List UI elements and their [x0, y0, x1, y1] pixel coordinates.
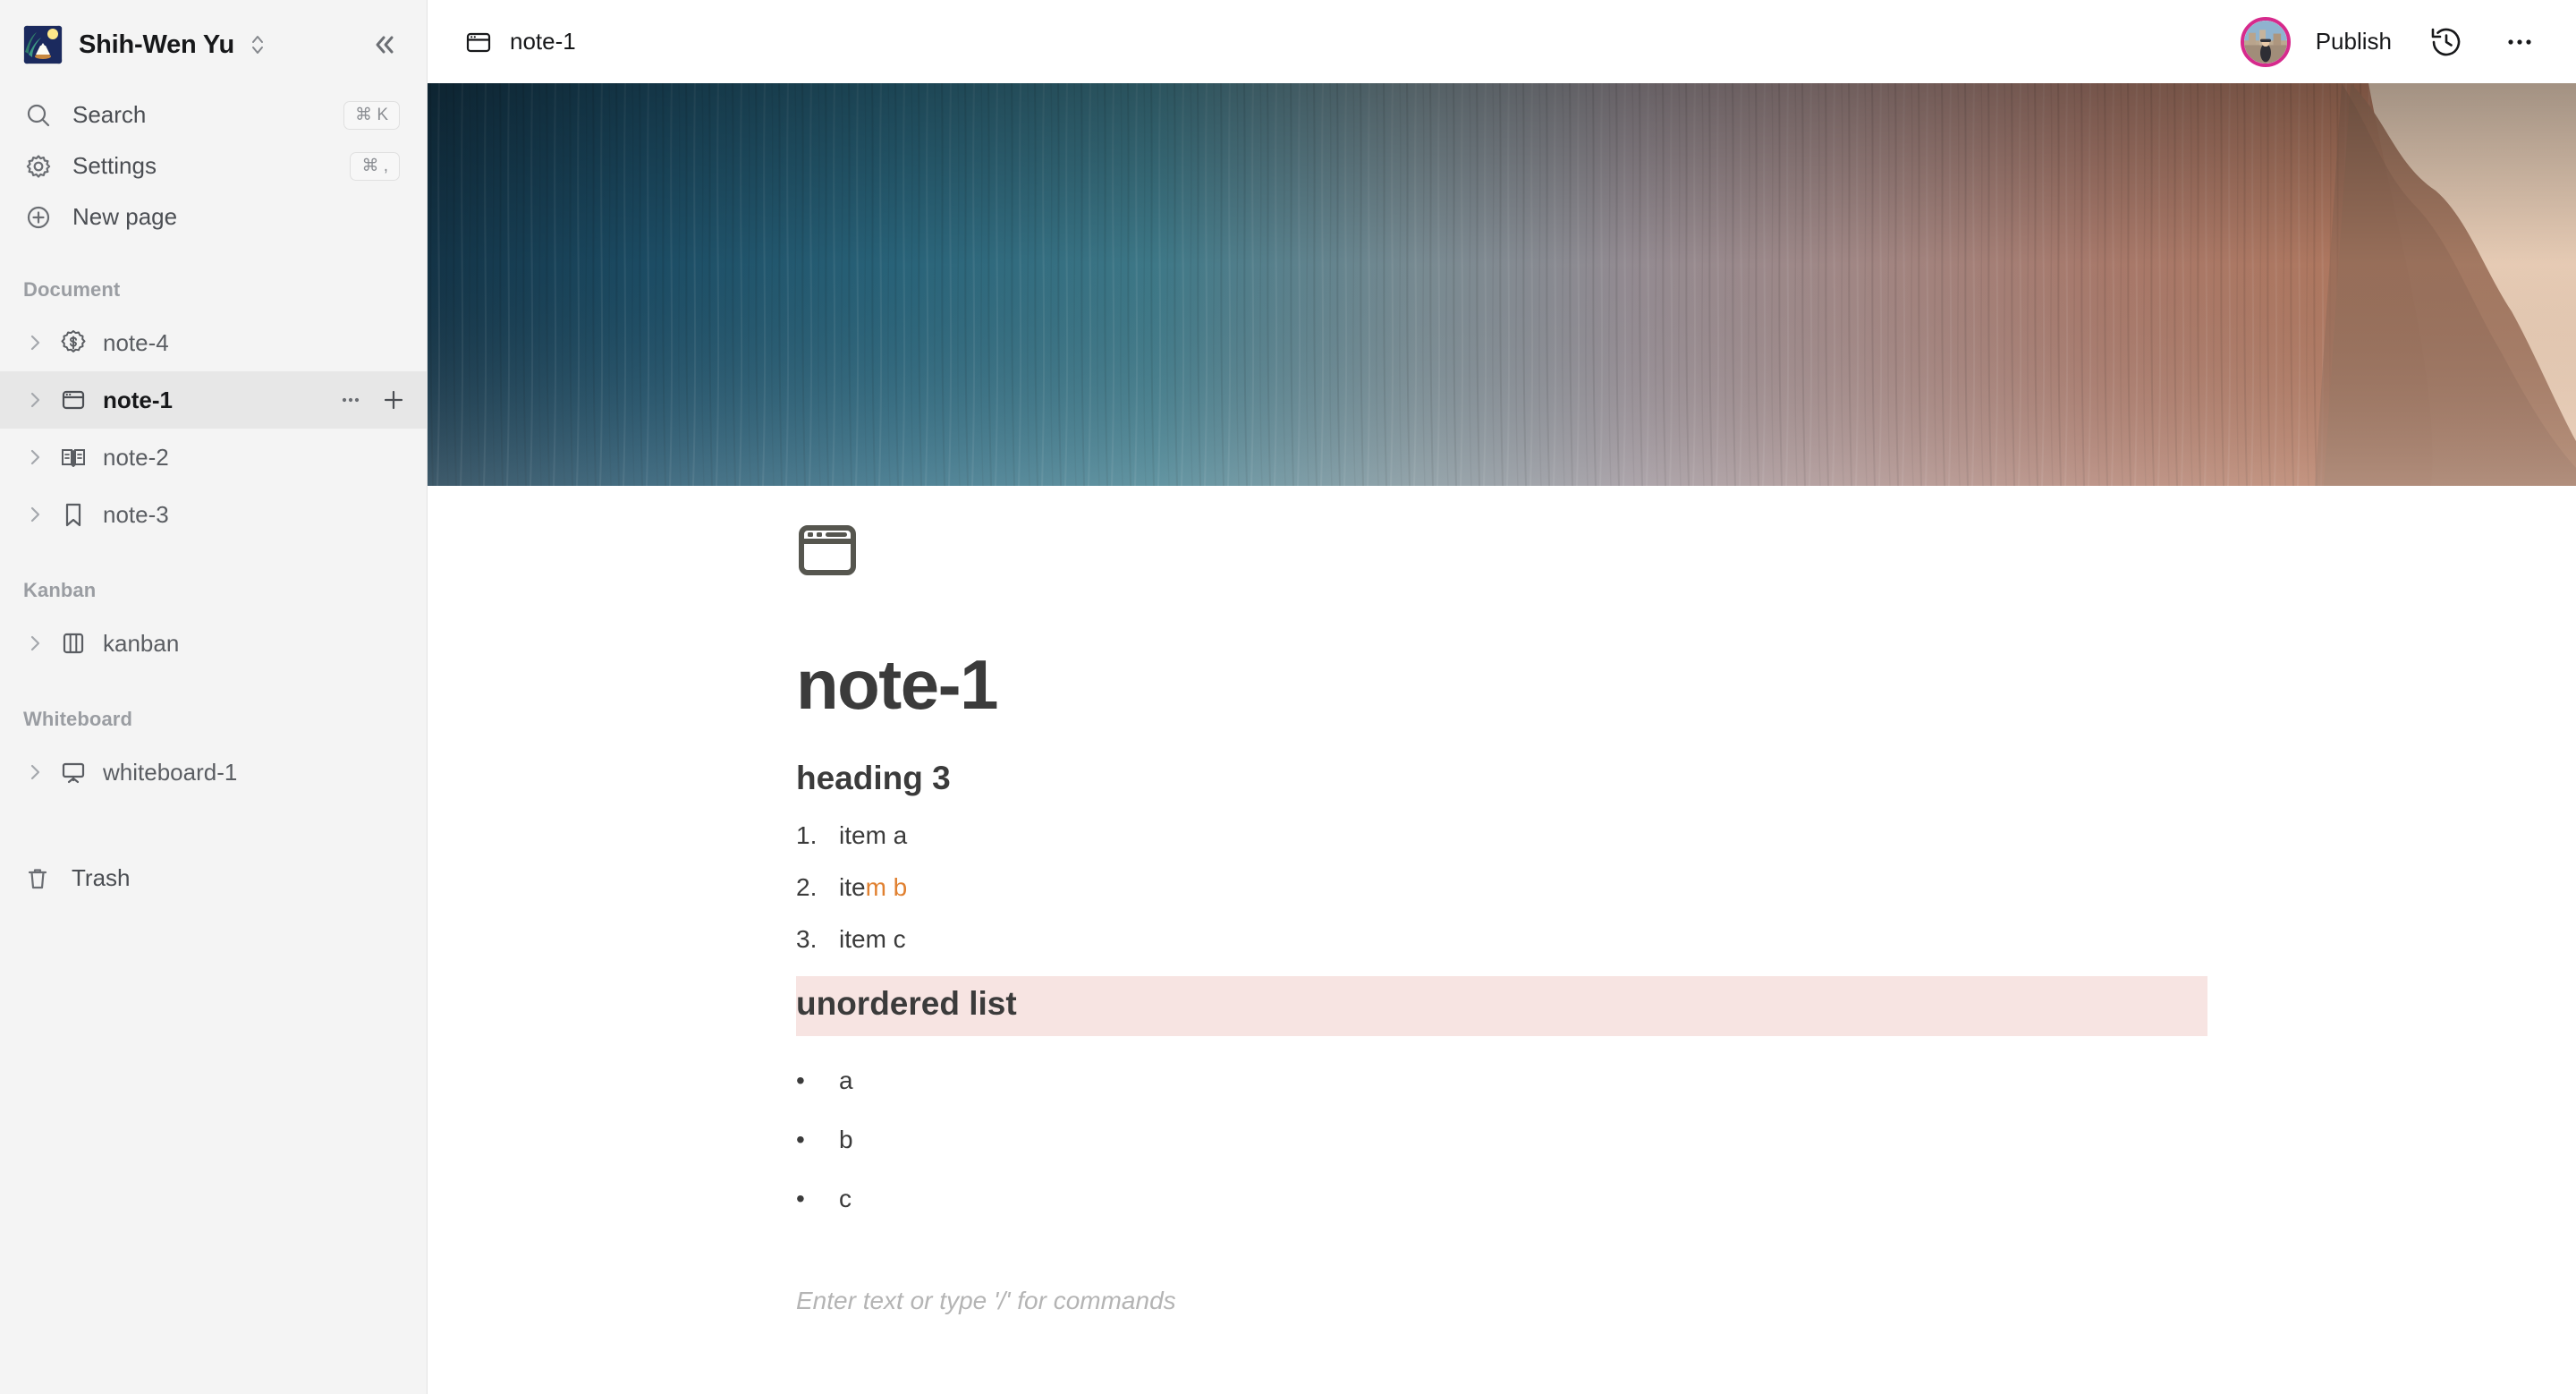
- sidebar-item-label: kanban: [103, 629, 180, 657]
- list-text: c: [839, 1184, 852, 1212]
- workspace-switcher[interactable]: Shih-Wen Yu: [0, 0, 427, 89]
- sidebar-item-kanban[interactable]: kanban: [0, 615, 427, 672]
- list-text-accent: m b: [865, 873, 908, 902]
- browser-window-icon: [466, 32, 491, 52]
- browser-window-icon: [62, 390, 85, 410]
- list-text: a: [839, 1066, 853, 1094]
- sidebar-item-label: whiteboard-1: [103, 758, 238, 786]
- breadcrumb[interactable]: note-1: [463, 27, 576, 57]
- bullet-marker: •: [796, 1184, 805, 1212]
- sidebar-item-label: Settings: [72, 152, 157, 179]
- chevron-right-icon[interactable]: [23, 761, 47, 784]
- page-icon-browser-window-icon[interactable]: [796, 519, 860, 583]
- search-icon: [27, 104, 50, 126]
- dollar-badge-icon: [61, 330, 86, 353]
- gear-icon: [26, 154, 51, 178]
- sidebar-item-label: note-3: [103, 500, 169, 528]
- cover-image[interactable]: [428, 83, 2576, 486]
- list-text-plain: ite: [839, 873, 866, 902]
- section-title-document: Document: [23, 278, 121, 301]
- sidebar-item-settings[interactable]: Settings ⌘ ,: [0, 140, 427, 191]
- double-chevron-left-icon[interactable]: [369, 30, 400, 60]
- sidebar-item-label: Search: [72, 101, 147, 128]
- highlighted-heading-block[interactable]: unordered list: [796, 976, 2207, 1036]
- document-body: note-1 heading 3 1. item a 2. item b 3. …: [428, 519, 2576, 1315]
- list-marker: 2.: [796, 873, 818, 902]
- main-area: note-1 Publish note-1 heading 3 1. item …: [428, 0, 2576, 1394]
- sidebar-item-note-4[interactable]: note-4: [0, 314, 427, 371]
- topbar: note-1 Publish: [428, 0, 2576, 83]
- list-text: item b: [839, 873, 907, 902]
- row-actions: [337, 387, 407, 413]
- open-book-icon: [62, 449, 85, 467]
- settings-shortcut: ⌘ ,: [350, 151, 400, 181]
- chevron-right-icon[interactable]: [23, 331, 47, 354]
- chevron-right-icon[interactable]: [23, 632, 47, 655]
- editor-placeholder[interactable]: Enter text or type '/' for commands: [796, 1287, 2576, 1315]
- sidebar-item-label: New page: [72, 203, 178, 230]
- ordered-list-item[interactable]: 3. item c: [796, 925, 2576, 954]
- chevron-right-icon[interactable]: [23, 503, 47, 526]
- presentation-screen-icon: [62, 762, 85, 784]
- highlighted-heading-text: unordered list: [796, 985, 1017, 1023]
- sidebar-item-note-1[interactable]: note-1: [0, 371, 427, 429]
- plus-circle-icon: [27, 206, 50, 228]
- list-marker: 3.: [796, 925, 818, 954]
- sidebar-item-trash[interactable]: Trash: [0, 853, 427, 904]
- search-shortcut: ⌘ K: [343, 100, 400, 130]
- section-title-kanban: Kanban: [23, 579, 97, 601]
- sidebar-item-label: note-1: [103, 386, 173, 413]
- breadcrumb-label: note-1: [510, 28, 576, 55]
- bullet-list-item[interactable]: • b: [796, 1126, 2576, 1154]
- columns-icon: [63, 633, 84, 654]
- more-horizontal-icon[interactable]: [2501, 23, 2538, 61]
- chevron-right-icon[interactable]: [23, 388, 47, 412]
- sidebar-item-new-page[interactable]: New page: [0, 191, 427, 242]
- bullet-marker: •: [796, 1066, 805, 1094]
- section-title-whiteboard: Whiteboard: [23, 708, 132, 730]
- ordered-list-item[interactable]: 1. item a: [796, 821, 2576, 850]
- app-root: Shih-Wen Yu Search ⌘ K Settings ⌘ , New …: [0, 0, 2576, 1394]
- sidebar: Shih-Wen Yu Search ⌘ K Settings ⌘ , New …: [0, 0, 428, 1394]
- bullet-marker: •: [796, 1125, 805, 1153]
- moon-viewing-ceremony-emoji: [23, 25, 63, 64]
- page-title[interactable]: note-1: [796, 650, 2576, 719]
- history-clock-icon[interactable]: [2428, 23, 2465, 61]
- trash-label: Trash: [72, 864, 131, 891]
- sidebar-item-note-3[interactable]: note-3: [0, 486, 427, 543]
- cover-image-graphic: [428, 83, 2576, 486]
- list-text: item c: [839, 925, 906, 954]
- sidebar-item-label: note-4: [103, 328, 169, 356]
- more-icon[interactable]: [337, 387, 364, 413]
- sidebar-item-search[interactable]: Search ⌘ K: [0, 89, 427, 140]
- plus-icon[interactable]: [380, 387, 407, 413]
- heading-3[interactable]: heading 3: [796, 759, 2576, 798]
- bullet-list-item[interactable]: • c: [796, 1185, 2576, 1213]
- trash-icon: [28, 868, 47, 888]
- chevron-right-icon[interactable]: [23, 446, 47, 469]
- topbar-actions: Publish: [2240, 16, 2538, 67]
- workspace-name: Shih-Wen Yu: [79, 30, 234, 59]
- sidebar-item-note-2[interactable]: note-2: [0, 429, 427, 486]
- ordered-list-item[interactable]: 2. item b: [796, 873, 2576, 902]
- chevron-up-down-icon[interactable]: [249, 32, 267, 57]
- sidebar-item-whiteboard-1[interactable]: whiteboard-1: [0, 744, 427, 801]
- sidebar-item-label: note-2: [103, 443, 169, 471]
- publish-button[interactable]: Publish: [2316, 28, 2392, 55]
- list-marker: 1.: [796, 821, 818, 850]
- user-avatar[interactable]: [2240, 16, 2291, 67]
- bullet-list-item[interactable]: • a: [796, 1067, 2576, 1095]
- list-text: b: [839, 1125, 853, 1153]
- list-text: item a: [839, 821, 908, 850]
- bookmark-icon: [65, 503, 81, 527]
